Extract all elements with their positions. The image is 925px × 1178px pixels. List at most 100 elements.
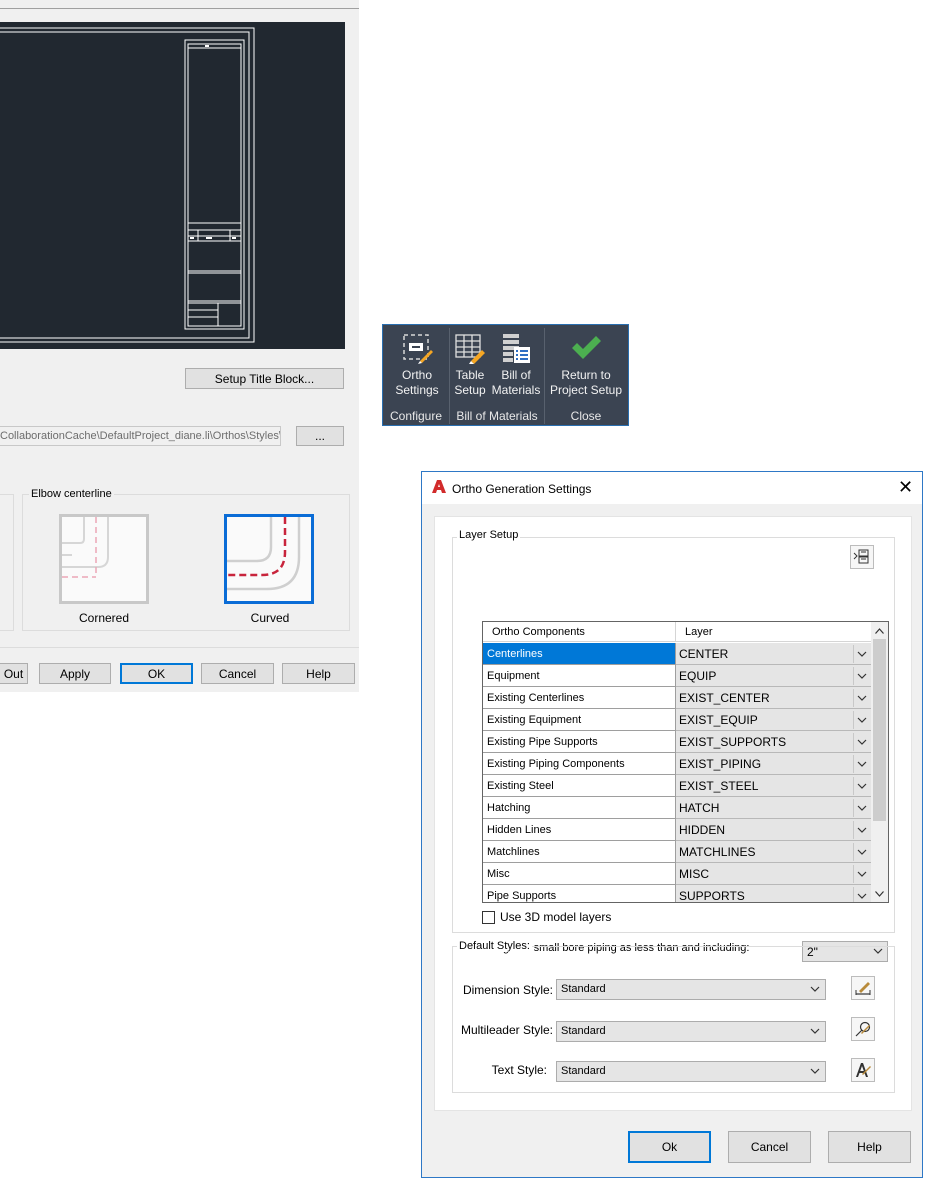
layer-dropdown[interactable]: SUPPORTS: [676, 885, 871, 902]
help-button[interactable]: Help: [828, 1131, 911, 1163]
multileader-style-label: Multileader Style:: [460, 1023, 553, 1037]
table-row[interactable]: Matchlines MATCHLINES: [483, 841, 871, 863]
table-row[interactable]: Existing Piping Components EXIST_PIPING: [483, 753, 871, 775]
scroll-up-icon[interactable]: [871, 622, 888, 639]
chevron-down-icon[interactable]: [853, 777, 870, 795]
table-row[interactable]: Equipment EQUIP: [483, 665, 871, 687]
chevron-down-icon[interactable]: [853, 645, 870, 663]
table-setup-line1: Table: [455, 368, 485, 382]
layer-dropdown[interactable]: HIDDEN: [676, 819, 871, 841]
table-setup-button[interactable]: Table Setup: [450, 331, 490, 398]
chevron-down-icon[interactable]: [853, 733, 870, 751]
grid-scrollbar[interactable]: [871, 622, 888, 902]
ortho-component-cell[interactable]: Existing Piping Components: [483, 753, 676, 775]
ortho-component-cell[interactable]: Existing Steel: [483, 775, 676, 797]
browse-button[interactable]: ...: [296, 426, 344, 446]
apply-button[interactable]: Apply: [39, 663, 111, 684]
layer-dropdown[interactable]: CENTER: [676, 643, 871, 665]
dialog-title-bar[interactable]: Ortho Generation Settings ✕: [422, 472, 922, 504]
close-icon[interactable]: ✕: [898, 478, 913, 496]
chevron-down-icon[interactable]: [853, 711, 870, 729]
ok-button[interactable]: Ok: [628, 1131, 711, 1163]
bill-of-materials-button[interactable]: Bill of Materials: [491, 331, 541, 398]
table-setup-icon: [455, 334, 485, 364]
ortho-component-cell[interactable]: Equipment: [483, 665, 676, 687]
ortho-component-cell[interactable]: Existing Pipe Supports: [483, 731, 676, 753]
table-row[interactable]: Existing Equipment EXIST_EQUIP: [483, 709, 871, 731]
chevron-down-icon[interactable]: [853, 667, 870, 685]
ortho-component-cell[interactable]: Hidden Lines: [483, 819, 676, 841]
ortho-component-cell[interactable]: Pipe Supports: [483, 885, 676, 902]
layer-value: HIDDEN: [679, 823, 726, 837]
column-ortho-components[interactable]: Ortho Components: [483, 622, 676, 642]
dimension-style-manager-button[interactable]: [851, 976, 875, 1000]
chevron-down-icon[interactable]: [853, 821, 870, 839]
scroll-thumb[interactable]: [873, 639, 886, 821]
column-layer[interactable]: Layer: [676, 622, 871, 642]
table-row[interactable]: Existing Steel EXIST_STEEL: [483, 775, 871, 797]
layer-value: HATCH: [679, 801, 720, 815]
layer-dropdown[interactable]: HATCH: [676, 797, 871, 819]
out-button[interactable]: Out: [0, 663, 28, 684]
layer-dropdown[interactable]: EXIST_PIPING: [676, 753, 871, 775]
layer-dropdown[interactable]: EXIST_EQUIP: [676, 709, 871, 731]
table-row[interactable]: Centerlines CENTER: [483, 643, 871, 665]
table-row[interactable]: Pipe Supports SUPPORTS: [483, 885, 871, 902]
bom-line1: Bill of: [501, 368, 531, 382]
ortho-component-cell[interactable]: Existing Centerlines: [483, 687, 676, 709]
scroll-down-icon[interactable]: [871, 885, 888, 902]
ortho-component-cell[interactable]: Matchlines: [483, 841, 676, 863]
ortho-component-cell[interactable]: Misc: [483, 863, 676, 885]
chevron-down-icon: [810, 1025, 820, 1039]
button-divider: [0, 647, 359, 648]
cancel-button[interactable]: Cancel: [728, 1131, 811, 1163]
text-style-manager-button[interactable]: [851, 1058, 875, 1082]
chevron-down-icon[interactable]: [853, 865, 870, 883]
chevron-down-icon[interactable]: [853, 799, 870, 817]
chevron-down-icon[interactable]: [853, 887, 870, 902]
return-to-project-setup-button[interactable]: Return to Project Setup: [547, 331, 625, 398]
chevron-down-icon[interactable]: [853, 843, 870, 861]
ortho-component-cell[interactable]: Hatching: [483, 797, 676, 819]
ortho-component-cell[interactable]: Centerlines: [483, 643, 676, 665]
multileader-style-value: Standard: [561, 1025, 606, 1037]
table-row[interactable]: Existing Centerlines EXIST_CENTER: [483, 687, 871, 709]
layer-dropdown[interactable]: EXIST_CENTER: [676, 687, 871, 709]
ortho-settings-button[interactable]: Ortho Settings: [389, 331, 445, 398]
layer-dropdown[interactable]: EQUIP: [676, 665, 871, 687]
table-row[interactable]: Misc MISC: [483, 863, 871, 885]
default-styles-title: Default Styles:: [457, 940, 532, 952]
table-setup-line2: Setup: [454, 383, 486, 397]
layer-manager-button[interactable]: [850, 545, 874, 569]
setup-title-block-button[interactable]: Setup Title Block...: [185, 368, 344, 389]
elbow-option-cornered[interactable]: [59, 514, 149, 604]
ortho-component-cell[interactable]: Existing Equipment: [483, 709, 676, 731]
layer-dropdown[interactable]: EXIST_SUPPORTS: [676, 731, 871, 753]
previous-group-box: [0, 494, 14, 631]
layer-grid[interactable]: Ortho Components Layer Centerlines CENTER…: [482, 621, 889, 903]
dimension-style-select[interactable]: Standard: [556, 979, 826, 1000]
chevron-down-icon[interactable]: [853, 755, 870, 773]
text-style-value: Standard: [561, 1065, 606, 1077]
chevron-down-icon[interactable]: [853, 689, 870, 707]
multileader-style-select[interactable]: Standard: [556, 1021, 826, 1042]
table-row[interactable]: Hidden Lines HIDDEN: [483, 819, 871, 841]
table-row[interactable]: Existing Pipe Supports EXIST_SUPPORTS: [483, 731, 871, 753]
dimension-style-icon: [855, 982, 871, 995]
chevron-down-icon: [810, 1065, 820, 1079]
title-block-drawing: [0, 27, 255, 343]
multileader-style-manager-button[interactable]: [851, 1017, 875, 1041]
table-row[interactable]: Hatching HATCH: [483, 797, 871, 819]
ortho-ribbon-panel: Ortho Settings Table Setup Bill of Mater…: [382, 324, 629, 426]
layer-dropdown[interactable]: EXIST_STEEL: [676, 775, 871, 797]
layer-value: EQUIP: [679, 669, 717, 683]
use-3d-model-layers-checkbox[interactable]: [482, 911, 495, 924]
cancel-button[interactable]: Cancel: [201, 663, 274, 684]
layer-dropdown[interactable]: MISC: [676, 863, 871, 885]
text-style-select[interactable]: Standard: [556, 1061, 826, 1082]
style-path-field[interactable]: CollaborationCache\DefaultProject_diane.…: [0, 426, 281, 446]
help-button[interactable]: Help: [282, 663, 355, 684]
elbow-option-curved[interactable]: [224, 514, 314, 604]
ok-button[interactable]: OK: [120, 663, 193, 684]
layer-dropdown[interactable]: MATCHLINES: [676, 841, 871, 863]
